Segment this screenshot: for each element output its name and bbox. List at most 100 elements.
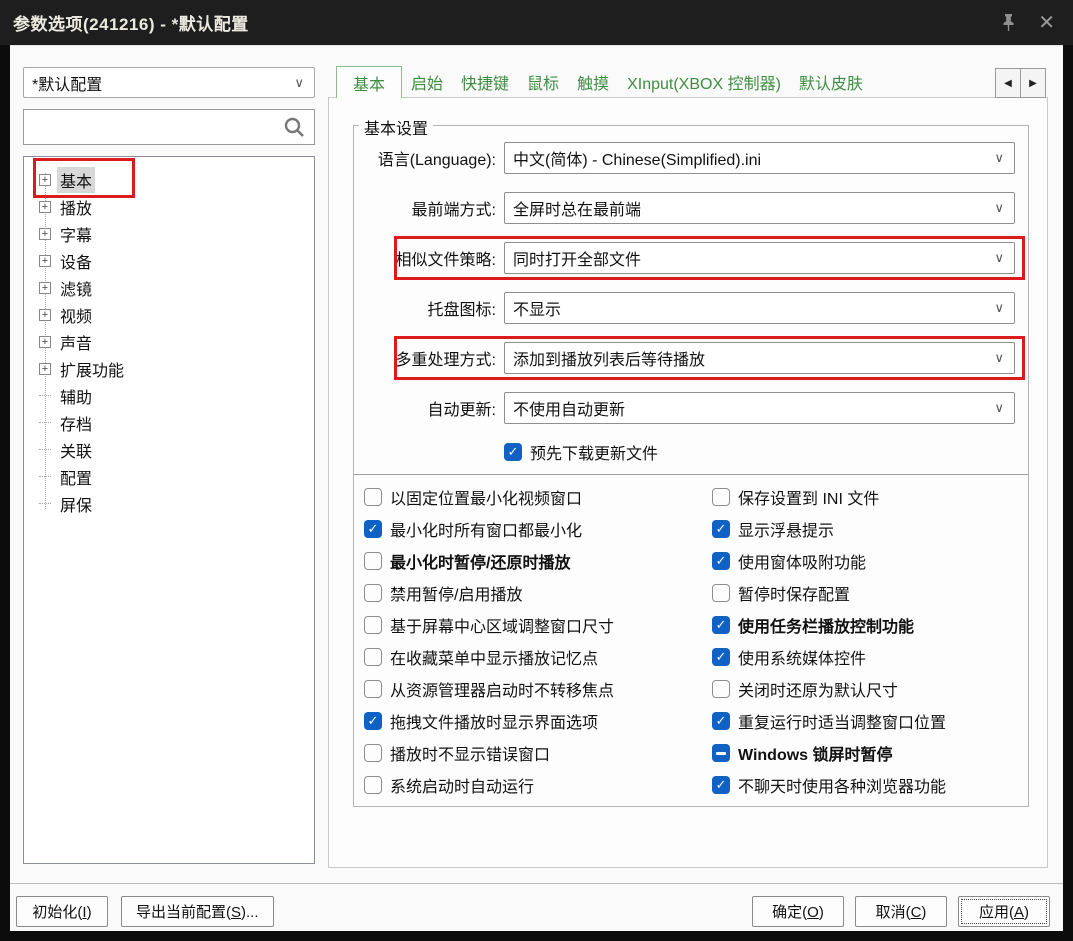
tree-item-7[interactable]: + 扩展功能 — [24, 355, 314, 382]
tab-scroll-left-icon[interactable]: ◀ — [995, 68, 1021, 98]
tree-item-9[interactable]: + 存档 — [24, 409, 314, 436]
ok-button[interactable]: 确定(O) — [752, 896, 844, 927]
preferences-dialog: 参数选项(241216) - *默认配置 ✕ *默认配置 ∨ + 基本 + 播放… — [0, 0, 1073, 941]
checkbox-row[interactable]: 使用窗体吸附功能 — [712, 551, 946, 572]
checkbox[interactable] — [504, 443, 522, 461]
checkbox-row[interactable]: 保存设置到 INI 文件 — [712, 487, 946, 508]
checkbox-row[interactable]: 播放时不显示错误窗口 — [364, 743, 712, 764]
close-icon[interactable]: ✕ — [1038, 13, 1055, 33]
checkbox-row[interactable]: 从资源管理器启动时不转移焦点 — [364, 679, 712, 700]
checkbox[interactable] — [364, 584, 382, 602]
dropdown-value: 中文(简体) - Chinese(Simplified).ini — [513, 152, 762, 169]
checkbox-row[interactable]: 基于屏幕中心区域调整窗口尺寸 — [364, 615, 712, 636]
pin-icon[interactable] — [1001, 13, 1016, 32]
checkbox-row[interactable]: 重复运行时适当调整窗口位置 — [712, 711, 946, 732]
dropdown-select[interactable]: 不使用自动更新 — [504, 392, 1015, 424]
checkbox-row[interactable]: 不聊天时使用各种浏览器功能 — [712, 775, 946, 796]
tree-item-label: 基本 — [57, 166, 96, 193]
checkbox[interactable] — [712, 776, 730, 794]
checkbox[interactable] — [712, 680, 730, 698]
checkbox[interactable] — [712, 616, 730, 634]
tab-5[interactable]: XInput(XBOX 控制器) — [618, 66, 790, 98]
checkbox[interactable] — [364, 680, 382, 698]
checkbox[interactable] — [364, 488, 382, 506]
tree-item-2[interactable]: + 字幕 — [24, 220, 314, 247]
checkbox-row[interactable]: 最小化时暂停/还原时播放 — [364, 551, 712, 572]
checkbox[interactable] — [712, 488, 730, 506]
dropdown-select[interactable]: 全屏时总在最前端 — [504, 192, 1015, 224]
tab-bar: 基本 启始 快捷键 鼠标 触摸 XInput(XBOX 控制器) 默认皮肤 — [336, 66, 872, 98]
checkbox-row[interactable]: 显示浮悬提示 — [712, 519, 946, 540]
checkbox[interactable] — [364, 712, 382, 730]
dropdown-select[interactable]: 中文(简体) - Chinese(Simplified).ini — [504, 142, 1015, 174]
tab-0[interactable]: 基本 — [336, 66, 403, 98]
initialize-button[interactable]: 初始化(I) — [16, 896, 108, 927]
tab-label: 默认皮肤 — [798, 76, 863, 93]
checkbox[interactable] — [364, 776, 382, 794]
tab-6[interactable]: 默认皮肤 — [790, 66, 872, 98]
expand-plus-icon[interactable]: + — [39, 200, 51, 213]
tab-scroll-right-icon[interactable]: ▶ — [1020, 68, 1046, 98]
checkbox[interactable] — [364, 552, 382, 570]
export-config-button[interactable]: 导出当前配置(S)... — [121, 896, 274, 927]
checkbox-row[interactable]: 在收藏菜单中显示播放记忆点 — [364, 647, 712, 668]
checkbox-row[interactable]: 暂停时保存配置 — [712, 583, 946, 604]
checkbox-row[interactable]: 使用任务栏播放控制功能 — [712, 615, 946, 636]
tree-item-8[interactable]: + 辅助 — [24, 382, 314, 409]
tree-item-10[interactable]: + 关联 — [24, 436, 314, 463]
title-bar: 参数选项(241216) - *默认配置 ✕ — [0, 0, 1073, 45]
tree-item-6[interactable]: + 声音 — [24, 328, 314, 355]
tree-item-4[interactable]: + 滤镜 — [24, 274, 314, 301]
tab-1[interactable]: 启始 — [402, 66, 452, 98]
checkbox[interactable] — [364, 616, 382, 634]
dropdown-select[interactable]: 添加到播放列表后等待播放 — [504, 342, 1015, 374]
dropdown-select[interactable]: 不显示 — [504, 292, 1015, 324]
expand-plus-icon[interactable]: + — [39, 254, 51, 267]
checkbox[interactable] — [364, 520, 382, 538]
tree-item-12[interactable]: + 屏保 — [24, 490, 314, 517]
dropdown-select[interactable]: 同时打开全部文件 — [504, 242, 1015, 274]
search-input[interactable] — [24, 110, 283, 144]
tree-item-5[interactable]: + 视频 — [24, 301, 314, 328]
checkbox-row[interactable]: 关闭时还原为默认尺寸 — [712, 679, 946, 700]
checkbox-row[interactable]: Windows 锁屏时暂停 — [712, 743, 946, 764]
checkbox[interactable] — [712, 648, 730, 666]
settings-label: 语言(Language): — [377, 152, 496, 169]
expand-plus-icon[interactable]: + — [39, 362, 51, 375]
settings-row-2: 相似文件策略: 同时打开全部文件 — [354, 236, 1025, 280]
tab-2[interactable]: 快捷键 — [452, 66, 518, 98]
expand-plus-icon[interactable]: + — [39, 281, 51, 294]
dropdown-rows: 语言(Language): 中文(简体) - Chinese(Simplifie… — [354, 126, 1028, 424]
tree-item-3[interactable]: + 设备 — [24, 247, 314, 274]
tree-item-0[interactable]: + 基本 — [24, 158, 314, 198]
checkbox[interactable] — [712, 712, 730, 730]
profile-select[interactable]: *默认配置 — [23, 67, 315, 98]
predownload-checkbox-row[interactable]: 预先下载更新文件 — [504, 442, 1028, 463]
expand-plus-icon[interactable]: + — [39, 173, 51, 186]
apply-button[interactable]: 应用(A) — [958, 896, 1050, 927]
checkbox[interactable] — [364, 648, 382, 666]
checkbox[interactable] — [712, 552, 730, 570]
checkbox-row[interactable]: 禁用暂停/启用播放 — [364, 583, 712, 604]
tree-item-1[interactable]: + 播放 — [24, 193, 314, 220]
checkbox[interactable] — [712, 744, 730, 762]
tab-3[interactable]: 鼠标 — [518, 66, 568, 98]
checkbox-row[interactable]: 使用系统媒体控件 — [712, 647, 946, 668]
checkbox-row[interactable]: 以固定位置最小化视频窗口 — [364, 487, 712, 508]
tab-4[interactable]: 触摸 — [568, 66, 618, 98]
expand-plus-icon[interactable]: + — [39, 335, 51, 348]
checkbox-row[interactable]: 最小化时所有窗口都最小化 — [364, 519, 712, 540]
cancel-button[interactable]: 取消(C) — [855, 896, 947, 927]
checkbox-row[interactable]: 拖拽文件播放时显示界面选项 — [364, 711, 712, 732]
expand-plus-icon[interactable]: + — [39, 227, 51, 240]
expand-plus-icon[interactable]: + — [39, 308, 51, 321]
tree-item-11[interactable]: + 配置 — [24, 463, 314, 490]
checkbox-row[interactable]: 系统启动时自动运行 — [364, 775, 712, 796]
checkbox-column-right: 保存设置到 INI 文件 显示浮悬提示 使用窗体吸附功能 暂停时保存配置 使用任… — [712, 487, 946, 807]
checkbox[interactable] — [712, 584, 730, 602]
search-box — [23, 109, 315, 145]
group-title: 基本设置 — [359, 115, 434, 139]
checkbox[interactable] — [364, 744, 382, 762]
tree-item-label: 扩展功能 — [60, 362, 125, 380]
checkbox[interactable] — [712, 520, 730, 538]
